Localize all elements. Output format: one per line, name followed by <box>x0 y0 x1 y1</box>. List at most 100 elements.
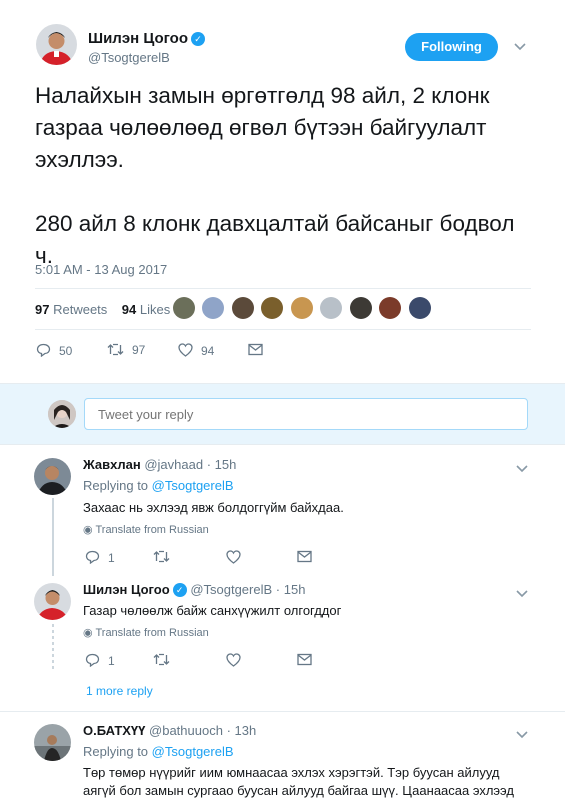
reply-action[interactable]: 50 <box>36 343 72 358</box>
commenter-name[interactable]: О.БАТХҮҮ @bathuuoch · 13h <box>83 723 256 738</box>
retweet-icon <box>153 653 170 666</box>
commenter-avatar[interactable] <box>34 724 71 761</box>
author-name[interactable]: Шилэн Цогоо ✓ <box>88 30 206 47</box>
likes-count: 94 <box>121 302 137 317</box>
following-button[interactable]: Following <box>405 33 498 61</box>
dm-icon <box>297 653 312 666</box>
liker-avatar[interactable] <box>261 297 284 319</box>
comment-text: Захаас нь эхлээд явж болдоггүйм байхдаа. <box>83 500 344 515</box>
tweet-timestamp[interactable]: 5:01 AM - 13 Aug 2017 <box>35 262 167 277</box>
liker-avatar[interactable] <box>231 297 254 319</box>
retweet-action[interactable] <box>153 550 170 566</box>
chevron-down-icon[interactable] <box>516 585 528 601</box>
retweet-count: 97 <box>132 343 146 357</box>
reply-count: 1 <box>108 551 115 565</box>
author-avatar[interactable] <box>34 583 71 620</box>
replying-to: Replying to @TsogtgerelB <box>83 744 234 759</box>
retweets-label: Retweets <box>53 302 108 317</box>
replying-to: Replying to @TsogtgerelB <box>83 478 234 493</box>
author-handle[interactable]: @TsogtgerelB <box>88 50 170 65</box>
tweet-stats: 97 Retweets 94 Likes <box>35 302 170 317</box>
retweets-stat[interactable]: 97 Retweets <box>35 302 107 317</box>
commenter-handle: @bathuuoch <box>149 723 223 738</box>
divider <box>35 329 531 330</box>
chevron-down-icon[interactable] <box>516 726 528 742</box>
divider <box>35 288 531 289</box>
liker-avatar[interactable] <box>173 297 195 319</box>
main-tweet: Шилэн Цогоо ✓ @TsogtgerelB Following Нала… <box>0 0 565 382</box>
retweets-count: 97 <box>35 302 50 317</box>
comment-time[interactable]: · 13h <box>227 723 257 738</box>
replying-to-link[interactable]: @TsogtgerelB <box>152 478 234 493</box>
translate-text: Translate from Russian <box>95 524 209 536</box>
commenter-handle: @javhaad <box>144 457 204 472</box>
likes-label: Likes <box>139 302 171 317</box>
verified-badge-icon: ✓ <box>172 583 187 597</box>
retweet-icon <box>153 550 170 563</box>
reply-action[interactable]: 1 <box>85 550 115 565</box>
replying-to-link[interactable]: @TsogtgerelB <box>152 744 234 759</box>
commenter-handle: @TsogtgerelB <box>190 582 273 597</box>
tweet-text-paragraph-1: Налайхын замын өргөтгөлд 98 айл, 2 клонк… <box>35 83 490 172</box>
reply-count: 1 <box>108 654 115 668</box>
comment-time[interactable]: · 15h <box>207 457 237 472</box>
chevron-down-icon[interactable] <box>516 460 528 476</box>
reply-tweet: О.БАТХҮҮ @bathuuoch · 13h Replying to @T… <box>0 712 565 800</box>
like-icon <box>178 343 193 357</box>
likes-stat[interactable]: 94 Likes <box>122 302 170 317</box>
thread-line <box>52 498 54 576</box>
commenter-name[interactable]: Жавхлан @javhaad · 15h <box>83 457 236 472</box>
commenter-name-text: Жавхлан <box>83 457 141 472</box>
globe-icon: ◉ <box>83 524 93 536</box>
like-icon <box>226 653 241 667</box>
comment-text: Төр төмөр нүүрийг иим юмнаасаа эхлэх хэр… <box>83 765 514 798</box>
current-user-avatar <box>48 400 76 428</box>
like-count: 94 <box>201 344 215 358</box>
replying-prefix: Replying to <box>83 478 149 493</box>
commenter-avatar[interactable] <box>34 458 71 495</box>
translate-text: Translate from Russian <box>95 627 209 639</box>
like-action[interactable]: 94 <box>178 343 214 358</box>
reply-composer <box>0 383 565 445</box>
author-avatar[interactable] <box>36 24 77 65</box>
dm-action[interactable] <box>297 550 312 566</box>
verified-badge-icon: ✓ <box>191 32 206 46</box>
translate-link[interactable]: ◉ Translate from Russian <box>83 626 209 639</box>
retweet-action[interactable]: 97 <box>107 343 145 357</box>
liker-avatar[interactable] <box>349 297 372 319</box>
reply-action[interactable]: 1 <box>85 653 115 668</box>
liker-avatar[interactable] <box>202 297 225 319</box>
likers-avatars <box>173 297 434 319</box>
retweet-icon <box>107 343 124 356</box>
reply-thread: Жавхлан @javhaad · 15h Replying to @Tsog… <box>0 446 565 710</box>
reply-icon <box>85 653 100 668</box>
globe-icon: ◉ <box>83 627 93 639</box>
more-replies-link[interactable]: 1 more reply <box>86 684 153 698</box>
dm-icon <box>248 343 263 356</box>
commenter-name-text: Шилэн Цогоо <box>83 582 170 597</box>
reply-icon <box>85 550 100 565</box>
liker-avatar[interactable] <box>379 297 402 319</box>
like-icon <box>226 550 241 564</box>
commenter-name-text: О.БАТХҮҮ <box>83 723 146 738</box>
dm-action[interactable] <box>297 653 312 669</box>
dm-icon <box>297 550 312 563</box>
author-name-text: Шилэн Цогоо <box>88 30 189 47</box>
liker-avatar[interactable] <box>408 297 431 319</box>
replying-prefix: Replying to <box>83 744 149 759</box>
liker-avatar[interactable] <box>320 297 343 319</box>
translate-link[interactable]: ◉ Translate from Russian <box>83 523 209 536</box>
reply-input[interactable] <box>84 398 528 430</box>
dm-action[interactable] <box>248 343 263 359</box>
thread-dots <box>52 624 54 670</box>
reply-count: 50 <box>59 344 73 358</box>
comment-text: Газар чөлөөлж байж санхүүжилт олгогддог <box>83 603 342 618</box>
liker-avatar[interactable] <box>290 297 313 319</box>
chevron-down-icon[interactable] <box>514 38 526 54</box>
like-action[interactable] <box>226 653 241 670</box>
comment-time[interactable]: · 15h <box>276 582 306 597</box>
commenter-name[interactable]: Шилэн Цогоо ✓ @TsogtgerelB · 15h <box>83 582 305 597</box>
reply-icon <box>36 343 51 358</box>
retweet-action[interactable] <box>153 653 170 669</box>
like-action[interactable] <box>226 550 241 567</box>
